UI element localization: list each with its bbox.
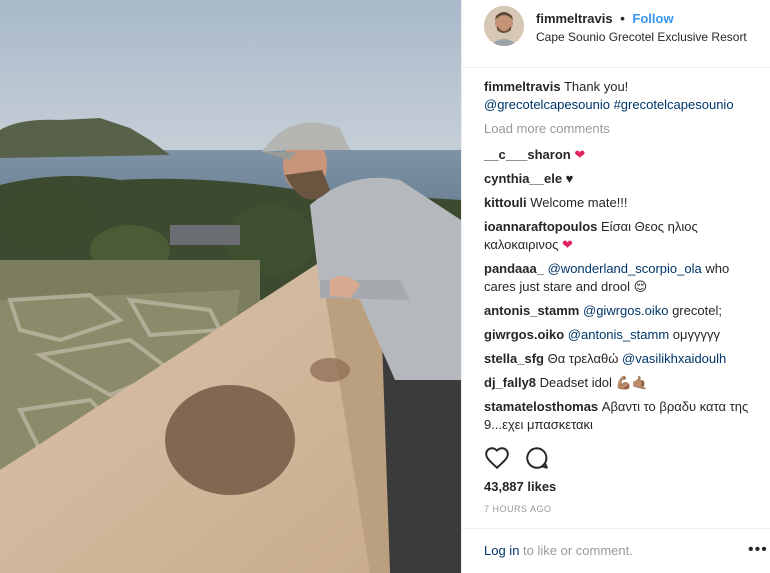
comment-username[interactable]: stamatelosthomas [484, 399, 598, 414]
login-prompt: Log in to like or comment. [484, 543, 633, 558]
comment-text: Welcome mate!!! [530, 195, 628, 210]
caption-hashtag[interactable]: #grecotelcapesounio [614, 97, 734, 112]
comment-emoji: 💪🏽🤙🏽 [615, 375, 648, 390]
post-photo-illustration [0, 0, 461, 573]
comment-emoji: ❤ [574, 147, 586, 162]
likes-count[interactable]: 43,887 likes [484, 479, 556, 494]
comment-username[interactable]: dj_fally8 [484, 375, 536, 390]
comment-emoji: ❤ [562, 237, 573, 252]
header-username[interactable]: fimmeltravis [536, 11, 613, 26]
location-link[interactable]: Cape Sounio Grecotel Exclusive Resort [536, 30, 747, 44]
comment-mention[interactable]: @wonderland_scorpio_ola [548, 261, 702, 276]
post-photo[interactable] [0, 0, 461, 573]
comment-username[interactable]: kittouli [484, 195, 527, 210]
comment-item: pandaaa_ @wonderland_scorpio_ola who car… [484, 260, 764, 296]
comment-item: dj_fally8 Deadset idol 💪🏽🤙🏽 [484, 374, 764, 392]
comment-username[interactable]: pandaaa_ [484, 261, 544, 276]
post-actions [484, 445, 764, 475]
comment-emoji: 😌 [633, 279, 648, 294]
comment-username[interactable]: ioannaraftopoulos [484, 219, 597, 234]
avatar[interactable] [484, 6, 524, 46]
comment-mention[interactable]: @antonis_stamm [568, 327, 669, 342]
comment-item: antonis_stamm @giwrgos.oiko grecotel; [484, 302, 764, 320]
comment-username[interactable]: giwrgos.oiko [484, 327, 564, 342]
heart-outline-icon[interactable] [484, 445, 510, 471]
caption: fimmeltravis Thank you! @grecotelcapesou… [484, 78, 764, 114]
post-side-panel: fimmeltravis • Follow Cape Sounio Grecot… [461, 0, 770, 573]
comment-item: stella_sfg Θα τρελαθώ @vasilikhxaidoulh [484, 350, 764, 368]
comment-username[interactable]: cynthia__ele [484, 171, 562, 186]
comment-text: ♥ [565, 171, 574, 186]
post-timestamp[interactable]: 7 HOURS AGO [484, 504, 552, 514]
follow-button[interactable]: Follow [632, 11, 673, 26]
comment-mention[interactable]: @vasilikhxaidoulh [622, 351, 726, 366]
comment-item: __c___sharon ❤ [484, 146, 764, 164]
comment-text: Deadset idol [539, 375, 612, 390]
comment-username[interactable]: __c___sharon [484, 147, 571, 162]
avatar-image [484, 6, 524, 46]
caption-mention[interactable]: @grecotelcapesounio [484, 97, 610, 112]
comment-bubble-icon[interactable] [524, 445, 550, 471]
comment-item: cynthia__ele ♥ [484, 170, 764, 188]
comment-username[interactable]: antonis_stamm [484, 303, 579, 318]
header-separator: • [620, 11, 625, 26]
comment-item: kittouli Welcome mate!!! [484, 194, 764, 212]
comment-item: stamatelosthomas Αβαντι το βραδυ κατα τη… [484, 398, 764, 434]
post-footer: Log in to like or comment. ••• [462, 528, 770, 573]
comment-mention[interactable]: @giwrgos.oiko [583, 303, 668, 318]
comment-text: ομγγγγγ [672, 327, 721, 342]
post-header: fimmeltravis • Follow Cape Sounio Grecot… [462, 0, 770, 68]
comments-list: fimmeltravis Thank you! @grecotelcapesou… [484, 78, 764, 440]
load-more-comments-button[interactable]: Load more comments [484, 120, 764, 138]
header-line: fimmeltravis • Follow [536, 11, 674, 26]
more-options-icon[interactable]: ••• [748, 541, 768, 559]
comment-item: ioannaraftopoulos Είσαι Θεος ηλιος καλοκ… [484, 218, 764, 254]
login-link[interactable]: Log in [484, 543, 519, 558]
caption-username[interactable]: fimmeltravis [484, 79, 561, 94]
caption-text: Thank you! [563, 79, 629, 94]
comment-username[interactable]: stella_sfg [484, 351, 544, 366]
comment-text: Θα τρελαθώ [547, 351, 619, 366]
comment-item: giwrgos.oiko @antonis_stamm ομγγγγγ [484, 326, 764, 344]
comment-text: grecotel; [672, 303, 722, 318]
login-suffix: to like or comment. [519, 543, 633, 558]
